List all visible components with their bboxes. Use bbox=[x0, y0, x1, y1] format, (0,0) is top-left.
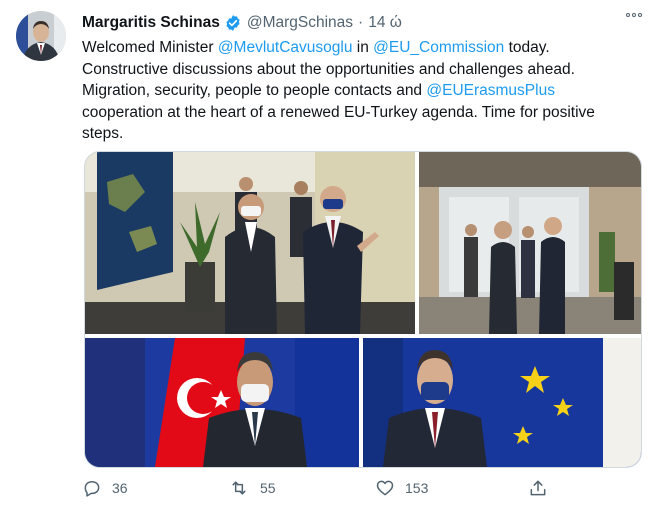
tweet-text-segment: Welcomed Minister bbox=[82, 39, 218, 56]
tweet-text-segment: today. bbox=[504, 39, 550, 56]
tweet-header: Margaritis Schinas @MargSchinas · 14 ώ bbox=[82, 12, 640, 34]
media-photo-hallway[interactable] bbox=[419, 152, 641, 334]
tweet-text-line-4: cooperation at the heart of a renewed EU… bbox=[82, 103, 595, 121]
share-icon bbox=[528, 478, 548, 498]
reply-icon bbox=[82, 478, 102, 498]
share-button[interactable] bbox=[528, 478, 548, 498]
avatar[interactable] bbox=[16, 11, 66, 61]
mention-link[interactable]: @MevlutCavusoglu bbox=[218, 39, 353, 56]
avatar-photo bbox=[16, 11, 66, 61]
tweet-text-segment: in bbox=[352, 39, 374, 56]
media-photo-turkish-minister[interactable] bbox=[85, 338, 359, 467]
retweet-button[interactable]: 55 bbox=[228, 478, 276, 498]
tweet-text-line-2: Constructive discussions about the oppor… bbox=[82, 60, 575, 78]
separator-dot: · bbox=[358, 14, 364, 31]
mention-link[interactable]: @EUErasmusPlus bbox=[426, 82, 555, 99]
mention-link[interactable]: @EU_Commission bbox=[373, 39, 504, 56]
verified-badge-icon bbox=[224, 14, 242, 32]
author-name[interactable]: Margaritis Schinas bbox=[82, 14, 220, 32]
tweet-text-line-1: Welcomed Minister @MevlutCavusoglu in @E… bbox=[82, 37, 642, 59]
like-count: 153 bbox=[405, 480, 429, 496]
tweet-card[interactable]: Margaritis Schinas @MargSchinas · 14 ώ W… bbox=[0, 0, 660, 520]
author-handle[interactable]: @MargSchinas bbox=[247, 14, 353, 32]
tweet-text: Welcomed Minister @MevlutCavusoglu in @E… bbox=[82, 37, 642, 145]
tweet-action-bar: 36 55 153 bbox=[82, 478, 552, 500]
tweet-text-segment: Migration, security, people to people co… bbox=[82, 82, 427, 99]
reply-button[interactable]: 36 bbox=[82, 478, 128, 498]
media-photo-corridor[interactable] bbox=[85, 152, 415, 334]
retweet-icon bbox=[228, 478, 250, 498]
media-grid bbox=[84, 151, 642, 468]
tweet-text-line-5: steps. bbox=[82, 125, 124, 142]
heart-icon bbox=[375, 478, 395, 498]
more-options-icon[interactable] bbox=[626, 13, 642, 17]
like-button[interactable]: 153 bbox=[375, 478, 428, 498]
tweet-timestamp[interactable]: 14 ώ bbox=[368, 14, 402, 32]
reply-count: 36 bbox=[112, 480, 128, 496]
tweet-text-line-3: Migration, security, people to people co… bbox=[82, 80, 642, 102]
media-photo-eu-commissioner[interactable] bbox=[363, 338, 641, 467]
retweet-count: 55 bbox=[260, 480, 276, 496]
